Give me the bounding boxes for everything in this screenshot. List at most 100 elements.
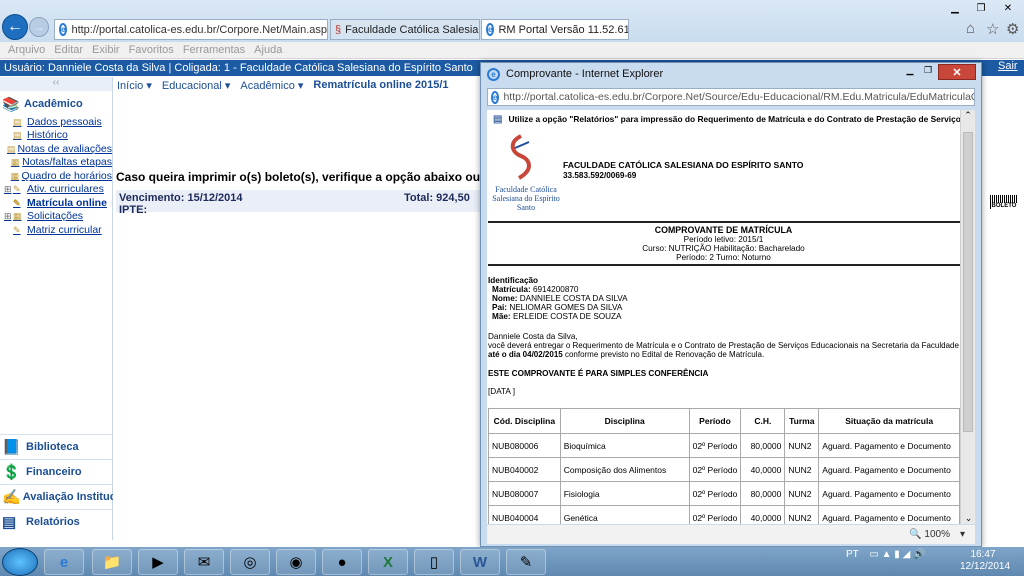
menu-ajuda[interactable]: Ajuda xyxy=(254,44,282,56)
tab-faculdade[interactable]: § Faculdade Católica Salesiana d... xyxy=(330,19,480,40)
cell-ch: 40,0000 xyxy=(740,457,786,482)
app-taskbar-icon[interactable]: ● xyxy=(322,549,362,575)
settings-gear-icon[interactable]: ⚙ xyxy=(1006,20,1019,38)
cell-turma: NUN2 xyxy=(784,457,820,482)
ie-page-icon: e xyxy=(491,90,500,104)
menu-exibir[interactable]: Exibir xyxy=(92,44,120,56)
tab-label: RM Portal Versão 11.52.61.102 xyxy=(498,23,628,36)
sidebar-item-notas-avaliacoes[interactable]: ▤ Notas de avaliações xyxy=(0,142,112,156)
cell-codigo: NUB080006 xyxy=(488,433,561,458)
popup-close-button[interactable]: ✕ xyxy=(938,64,976,80)
menu-favoritos[interactable]: Favoritos xyxy=(129,44,174,56)
close-button[interactable]: ✕ xyxy=(994,0,1022,16)
popup-scrollbar[interactable]: ⌃ ⌄ xyxy=(960,110,975,524)
mae-row: Mãe: ERLEIDE COSTA DE SOUZA xyxy=(492,312,622,321)
sidebar-collapse-button[interactable]: ‹‹ xyxy=(0,77,112,91)
sidebar-section-biblioteca[interactable]: 📘 Biblioteca xyxy=(0,434,113,459)
salutation: Danniele Costa da Silva, xyxy=(488,332,578,341)
ipte: IPTE: xyxy=(119,204,148,216)
start-button[interactable] xyxy=(2,548,38,576)
zoom-level[interactable]: 100% xyxy=(924,529,950,540)
scroll-thumb[interactable] xyxy=(963,132,973,432)
explorer-taskbar-icon[interactable]: 📁 xyxy=(92,549,132,575)
outlook-taskbar-icon[interactable]: ✉ xyxy=(184,549,224,575)
maximize-button[interactable]: ❐ xyxy=(968,0,994,16)
table-header-row: Cód. Disciplina Disciplina Período C.H. … xyxy=(488,408,960,434)
table-row: NUB080006 Bioquímica 02º Período 80,0000… xyxy=(488,433,960,458)
sidebar-item-notas-faltas[interactable]: ▦ Notas/faltas etapas xyxy=(0,156,112,170)
minimize-button[interactable]: ▁ xyxy=(942,0,968,16)
phone-taskbar-icon[interactable]: ▯ xyxy=(414,549,454,575)
sidebar-item-historico[interactable]: ▤ Histórico xyxy=(0,129,112,143)
chrome-taskbar-icon[interactable]: ◎ xyxy=(230,549,270,575)
forward-arrow-icon: → xyxy=(33,20,45,34)
clock-time: 16:47 xyxy=(970,549,996,560)
breadcrumb-educacional[interactable]: Educacional ▾ xyxy=(162,79,231,92)
home-icon[interactable]: ⌂ xyxy=(966,20,975,37)
mae-value: ERLEIDE COSTA DE SOUZA xyxy=(512,312,622,321)
sidebar-item-matricula-online[interactable]: ✎ Matrícula online xyxy=(0,196,112,210)
boleto-summary: Vencimento: 15/12/2014 IPTE: Total: 924,… xyxy=(116,190,480,216)
data-placeholder: [DATA ] xyxy=(488,387,515,396)
scroll-down-icon[interactable]: ⌄ xyxy=(961,513,976,524)
paint-taskbar-icon[interactable]: ✎ xyxy=(506,549,546,575)
col-header-turma: Turma xyxy=(784,408,820,434)
excel-taskbar-icon[interactable]: X xyxy=(368,549,408,575)
breadcrumb-inicio[interactable]: Início ▾ xyxy=(117,79,152,92)
sidebar-section-relatorios[interactable]: ▤ Relatórios xyxy=(0,509,113,534)
sidebar-item-solicitacoes[interactable]: ⊞ ▦ Solicitações xyxy=(0,210,112,224)
body-text-2-rest: conforme previsto no Edital de Renovação… xyxy=(562,350,765,359)
matricula-label: Matrícula: xyxy=(492,285,531,294)
back-button[interactable]: ← xyxy=(2,14,28,40)
menu-arquivo[interactable]: Arquivo xyxy=(8,44,45,56)
favorites-star-icon[interactable]: ☆ xyxy=(986,20,999,38)
firefox-taskbar-icon[interactable]: ◉ xyxy=(276,549,316,575)
divider xyxy=(488,221,960,223)
sidebar-item-dados-pessoais[interactable]: ▤ Dados pessoais xyxy=(0,115,112,129)
nome-value: DANNIELE COSTA DA SILVA xyxy=(519,294,628,303)
zoom-dropdown-icon[interactable]: ▾ xyxy=(960,529,965,540)
sidebar-section-financeiro[interactable]: 💲 Financeiro xyxy=(0,459,113,484)
popup-minimize-button[interactable]: ▁ xyxy=(901,65,919,79)
ie-icon: e xyxy=(487,67,500,81)
cell-ch: 40,0000 xyxy=(740,505,786,524)
print-boleto-message: Caso queira imprimir o(s) boleto(s), ver… xyxy=(116,170,480,184)
user-info-text: Usuário: Danniele Costa da Silva | Colig… xyxy=(4,62,473,74)
tray-icons[interactable]: ▭ ▲ ▮ ◢ 🔊 xyxy=(869,549,925,560)
clock[interactable]: 16:47 12/12/2014 xyxy=(960,549,1010,573)
popup-address-bar[interactable]: e http://portal.catolica-es.edu.br/Corpo… xyxy=(487,88,975,106)
cell-disciplina: Composição dos Alimentos xyxy=(559,457,690,482)
print-icon: ▤ xyxy=(493,114,503,125)
cell-situacao: Aguard. Pagamento e Documento xyxy=(818,433,960,458)
tab-rm-portal[interactable]: e RM Portal Versão 11.52.61.102 × xyxy=(481,19,629,40)
word-taskbar-icon[interactable]: W xyxy=(460,549,500,575)
language-indicator[interactable]: PT xyxy=(846,549,859,560)
forward-button[interactable]: → xyxy=(29,17,49,37)
document-icon: ▤ xyxy=(6,143,16,154)
ie-page-icon: e xyxy=(59,23,68,36)
media-player-taskbar-icon[interactable]: ▶ xyxy=(138,549,178,575)
sidebar-section-academico[interactable]: 📚 Acadêmico xyxy=(0,93,112,115)
boleto-barcode-button[interactable]: BOLETO xyxy=(990,195,1018,209)
grid-icon: ▦ xyxy=(13,211,22,222)
institution-name: FACULDADE CATÓLICA SALESIANA DO ESPÍRITO… xyxy=(563,160,804,170)
cell-codigo: NUB040004 xyxy=(488,505,561,524)
ie-taskbar-icon[interactable]: e xyxy=(44,549,84,575)
sidebar-item-ativ-curriculares[interactable]: ⊞ ✎ Ativ. curriculares xyxy=(0,183,112,197)
sidebar-item-quadro-horarios[interactable]: ▦ Quadro de horários xyxy=(0,169,112,183)
cell-disciplina: Bioquímica xyxy=(559,433,690,458)
sidebar-item-matriz-curricular[interactable]: ✎ Matriz curricular xyxy=(0,223,112,237)
sidebar-section-avaliacao[interactable]: ✍Avaliação Institucional xyxy=(0,484,113,509)
scroll-up-icon[interactable]: ⌃ xyxy=(961,110,975,121)
expand-icon[interactable]: ⊞ xyxy=(4,211,13,222)
comprovante-document: ▤ Utilize a opção "Relatórios" para impre… xyxy=(487,110,960,524)
logout-link[interactable]: Sair xyxy=(998,60,1018,72)
address-bar[interactable]: e http://portal.catolica-es.edu.br/Corpo… xyxy=(54,19,328,40)
menu-editar[interactable]: Editar xyxy=(54,44,83,56)
document-icon: ▤ xyxy=(13,130,22,141)
breadcrumb-academico[interactable]: Acadêmico ▾ xyxy=(240,79,303,92)
popup-maximize-button[interactable]: ❐ xyxy=(919,65,937,79)
expand-icon[interactable]: ⊞ xyxy=(4,184,13,195)
menu-ferramentas[interactable]: Ferramentas xyxy=(183,44,245,56)
pai-row: Pai: NELIOMAR GOMES DA SILVA xyxy=(492,303,622,312)
